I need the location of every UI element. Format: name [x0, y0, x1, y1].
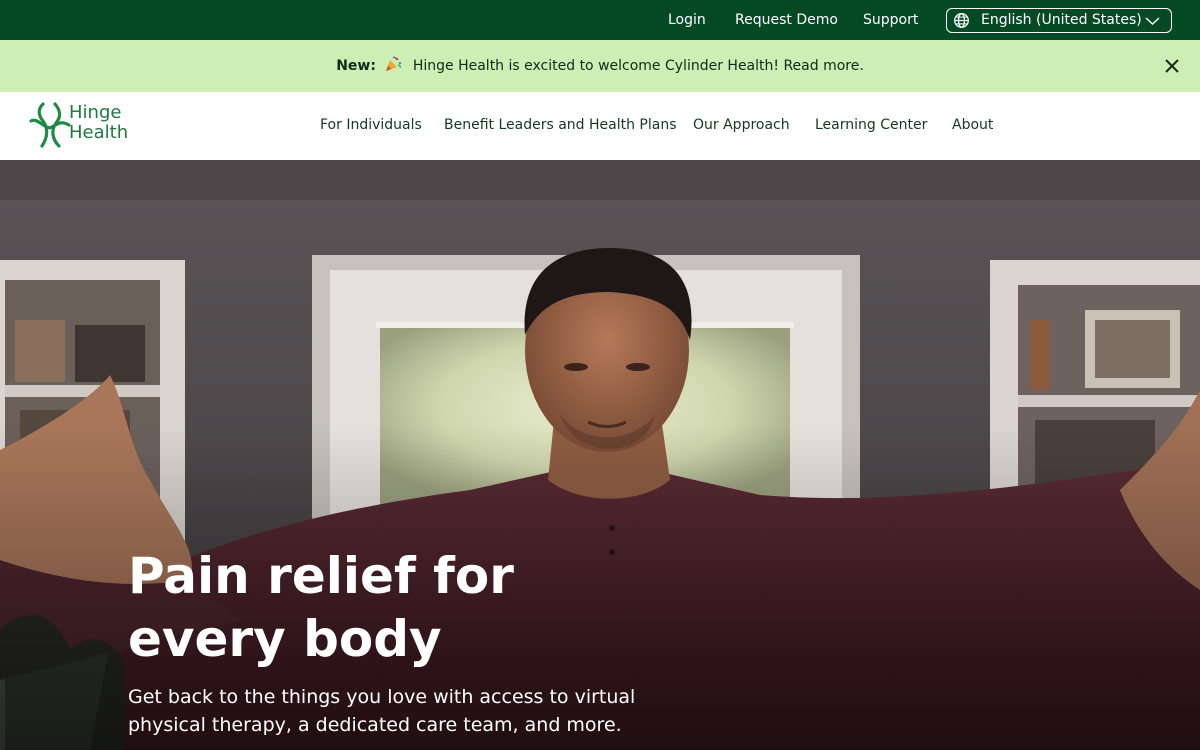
language-label: English (United States) [981, 12, 1142, 28]
party-popper-icon [386, 56, 402, 71]
language-selector[interactable]: English (United States) [946, 8, 1172, 33]
chevron-down-icon [1145, 17, 1160, 25]
support-link[interactable]: Support [863, 10, 918, 30]
hero-title-line-2: every body [128, 610, 442, 668]
nav-learning-center[interactable]: Learning Center [815, 116, 927, 134]
announcement-text-row[interactable]: New: Hinge Health is excited to welcome … [0, 56, 1200, 76]
announcement-banner: New: Hinge Health is excited to welcome … [0, 40, 1200, 92]
utility-bar: Login Request Demo Support English (Unit… [0, 0, 1200, 40]
brand-wordmark: Hinge Health [69, 102, 129, 143]
hero-subtitle-line-1: Get back to the things you love with acc… [128, 686, 636, 708]
announcement-message: Hinge Health is excited to welcome Cylin… [412, 58, 864, 74]
hero-title-line-1: Pain relief for [128, 547, 514, 605]
globe-icon [954, 13, 969, 28]
close-icon[interactable] [1163, 57, 1181, 75]
announcement-label: New: [336, 58, 376, 74]
nav-about[interactable]: About [952, 116, 993, 134]
hero-subtitle-line-2: physical therapy, a dedicated care team,… [128, 714, 622, 736]
hero-subtitle: Get back to the things you love with acc… [128, 683, 688, 739]
request-demo-link[interactable]: Request Demo [735, 10, 838, 30]
hinge-logo-mark-icon [29, 102, 71, 148]
nav-our-approach[interactable]: Our Approach [693, 116, 790, 134]
nav-benefit-leaders[interactable]: Benefit Leaders and Health Plans [444, 116, 677, 134]
login-link[interactable]: Login [668, 10, 706, 30]
nav-for-individuals[interactable]: For Individuals [320, 116, 422, 134]
hero-title: Pain relief for every body [128, 545, 688, 671]
hinge-health-logo[interactable]: Hinge Health [28, 101, 143, 149]
hero-section: Pain relief for every body Get back to t… [0, 160, 1200, 750]
